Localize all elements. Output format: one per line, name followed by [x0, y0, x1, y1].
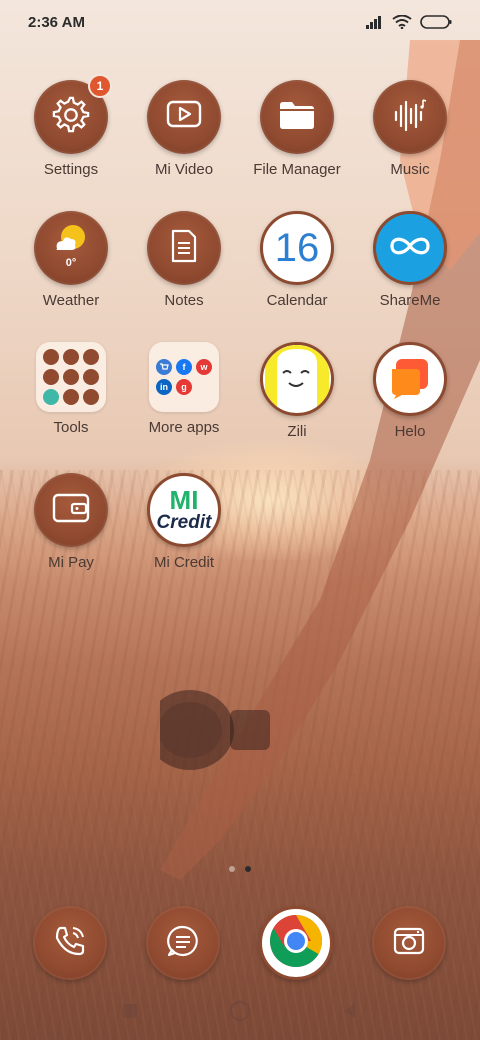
gear-icon — [52, 96, 90, 139]
status-time: 2:36 AM — [28, 13, 85, 31]
app-icon: 1 — [34, 74, 112, 154]
app-label: Mi Credit — [153, 554, 214, 571]
app-icon — [373, 211, 447, 285]
dock-messages[interactable] — [146, 906, 222, 982]
app-label: Mi Pay — [48, 554, 94, 571]
app-label: File Manager — [253, 161, 341, 178]
app-icon — [147, 211, 221, 285]
app-label: Calendar — [266, 292, 328, 309]
mini-app-icon — [83, 369, 99, 385]
app-notes[interactable]: Notes — [128, 211, 240, 329]
mini-app-icon — [83, 349, 99, 365]
dock-chrome[interactable] — [259, 906, 335, 982]
app-zili[interactable]: Zili — [241, 342, 353, 460]
message-icon — [166, 924, 200, 963]
app-mi-pay[interactable]: Mi Pay — [15, 473, 127, 591]
dock-camera[interactable] — [372, 906, 448, 982]
app-icon — [260, 80, 334, 154]
infinity-icon — [386, 233, 434, 264]
mini-app-icon — [63, 389, 79, 405]
notification-badge: 1 — [88, 74, 112, 98]
app-settings[interactable]: 1 Settings — [15, 74, 127, 198]
mini-app-icon — [63, 349, 79, 365]
page-dot-active[interactable] — [245, 866, 251, 872]
app-label: Helo — [394, 423, 426, 440]
app-icon — [146, 906, 220, 980]
play-icon — [166, 100, 202, 135]
app-icon: 16 — [260, 211, 334, 285]
dock-phone[interactable] — [33, 906, 109, 982]
app-icon: MI Credit — [147, 473, 221, 547]
app-icon — [33, 906, 107, 980]
folder-grid-icon — [43, 349, 99, 405]
app-mi-video[interactable]: Mi Video — [128, 80, 240, 198]
app-label: Notes — [164, 292, 204, 309]
mini-app-icon — [43, 349, 59, 365]
app-icon — [260, 342, 334, 416]
navigation-bar — [0, 996, 480, 1026]
facebook-icon: f — [176, 359, 192, 375]
app-shareme[interactable]: ShareMe — [354, 211, 466, 329]
app-label: ShareMe — [379, 292, 441, 309]
weather-temp: 0° — [65, 257, 77, 269]
app-label: Weather — [42, 292, 100, 309]
page-dot[interactable] — [229, 866, 235, 872]
app-helo[interactable]: Helo — [354, 342, 466, 460]
app-label: More apps — [148, 419, 220, 436]
wynk-icon: w — [196, 359, 212, 375]
app-icon — [259, 906, 333, 980]
g-icon: g — [176, 379, 192, 395]
app-tools-folder[interactable]: Tools — [15, 342, 127, 460]
cart-icon — [156, 359, 172, 375]
app-label: Tools — [53, 419, 89, 436]
note-icon — [170, 229, 198, 268]
mini-app-icon — [43, 369, 59, 385]
weather-icon — [51, 223, 91, 258]
app-weather[interactable]: 0° Weather — [15, 211, 127, 329]
app-label: Mi Video — [154, 161, 214, 178]
helo-chat-icon — [388, 355, 432, 404]
home-icon[interactable] — [225, 996, 255, 1026]
recents-icon[interactable] — [115, 996, 145, 1026]
app-calendar[interactable]: 16 Calendar — [241, 211, 353, 329]
mini-app-icon — [83, 389, 99, 405]
app-label: Settings — [43, 161, 99, 178]
app-music[interactable]: Music — [354, 80, 466, 198]
app-icon — [147, 80, 221, 154]
linkedin-icon: in — [156, 379, 172, 395]
zili-face-icon — [263, 345, 331, 413]
app-icon — [373, 80, 447, 154]
mi-credit-icon: MI — [169, 485, 199, 515]
folder-icon-box — [36, 342, 106, 412]
app-mi-credit[interactable]: MI Credit Mi Credit — [128, 473, 240, 591]
folder-icon-box: f w in g — [149, 342, 219, 412]
folder-icon — [278, 99, 316, 136]
wifi-icon — [392, 15, 412, 29]
sound-wave-icon — [392, 98, 428, 137]
chrome-icon — [268, 913, 324, 974]
app-file-manager[interactable]: File Manager — [241, 80, 353, 198]
back-icon[interactable] — [335, 996, 365, 1026]
wallet-icon — [52, 492, 90, 529]
app-icon — [34, 473, 108, 547]
status-bar: 2:36 AM — [0, 0, 480, 44]
calendar-day: 16 — [274, 225, 320, 270]
mini-app-icon — [63, 369, 79, 385]
mini-app-icon — [43, 389, 59, 405]
app-icon — [373, 342, 447, 416]
battery-icon — [420, 15, 452, 29]
app-icon: 0° — [34, 211, 108, 285]
page-indicator — [0, 866, 480, 872]
app-label: Music — [390, 161, 430, 178]
folder-grid-icon: f w in g — [156, 359, 212, 395]
camera-icon — [392, 925, 426, 962]
mi-credit-wordmark: Credit — [156, 512, 212, 533]
status-icons — [366, 15, 452, 29]
phone-icon — [53, 924, 87, 963]
app-label: Zili — [287, 423, 307, 440]
signal-icon — [366, 15, 384, 29]
app-more-apps-folder[interactable]: f w in g More apps — [128, 342, 240, 460]
app-icon — [372, 906, 446, 980]
